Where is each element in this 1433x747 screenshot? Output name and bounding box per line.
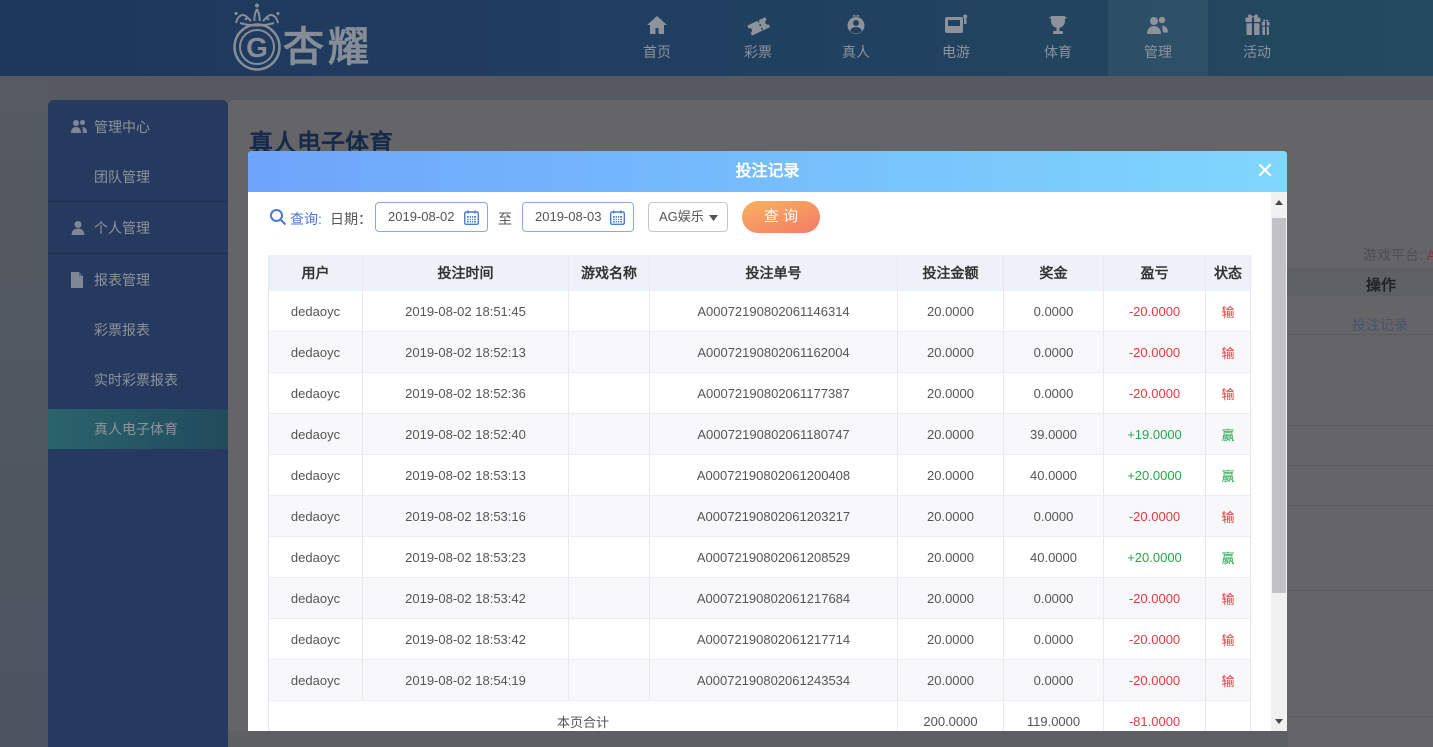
svg-text:杏耀: 杏耀 [283, 24, 373, 70]
svg-text:G: G [246, 32, 268, 63]
